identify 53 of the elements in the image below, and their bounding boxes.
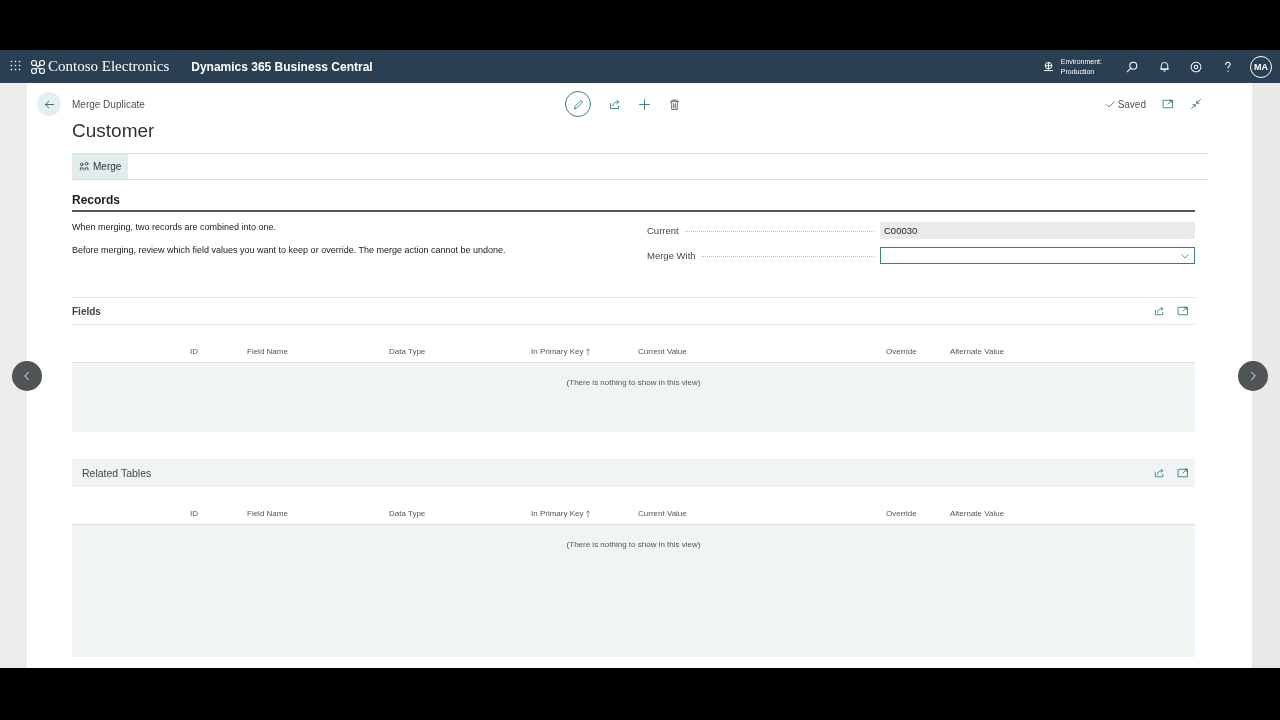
share-icon[interactable] [1153, 305, 1165, 317]
column-header[interactable]: Current Value [638, 509, 687, 518]
column-header[interactable]: Override [886, 347, 917, 356]
column-header[interactable]: Override [886, 509, 917, 518]
breadcrumb: Merge Duplicate [72, 98, 145, 110]
sort-arrow-icon [584, 509, 593, 518]
company-name: Contoso Electronics [48, 58, 170, 75]
column-header[interactable]: Field Name [247, 509, 288, 518]
empty-message: (There is nothing to show in this view) [566, 540, 701, 551]
globe-icon [1041, 60, 1055, 73]
sort-arrow-icon [584, 347, 593, 356]
info-text: When merging, two records are combined into one. [72, 222, 278, 232]
column-header[interactable]: Field Name [247, 347, 288, 356]
saved-status: Saved [1117, 98, 1146, 110]
section-title[interactable]: Fields [72, 305, 101, 317]
column-header[interactable]: Alternate Value [950, 347, 1005, 356]
merge-icon [79, 161, 90, 172]
column-header[interactable]: Data Type [389, 347, 426, 356]
column-header[interactable]: In Primary Key [531, 509, 584, 518]
section-heading: Records [72, 193, 1195, 212]
trash-icon [668, 97, 681, 111]
share-button[interactable] [608, 97, 621, 111]
column-header[interactable]: In Primary Key [531, 347, 584, 356]
pencil-icon [571, 97, 585, 111]
next-button[interactable] [1238, 361, 1268, 391]
edit-button[interactable] [565, 91, 591, 117]
column-header[interactable]: Data Type [389, 509, 426, 518]
empty-message: (There is nothing to show in this view) [566, 378, 701, 389]
column-header[interactable]: ID [190, 509, 198, 518]
settings-icon[interactable] [1189, 59, 1203, 74]
page-title: Customer [72, 123, 156, 143]
search-icon[interactable] [1125, 59, 1139, 74]
merge-button[interactable]: Merge [72, 154, 129, 179]
back-button[interactable] [37, 92, 61, 116]
bell-icon[interactable] [1157, 60, 1171, 73]
plus-icon [638, 97, 651, 111]
share-icon[interactable] [1153, 467, 1165, 479]
field-label: Merge With [647, 250, 696, 261]
collapse-icon[interactable] [1190, 98, 1202, 110]
section-title[interactable]: Related Tables [82, 467, 152, 479]
product-name: Dynamics 365 Business Central [191, 59, 373, 74]
delete-button[interactable] [668, 97, 681, 111]
app-launcher-icon[interactable] [9, 58, 22, 72]
current-field: C00030 [880, 222, 1195, 239]
share-icon [608, 97, 621, 111]
column-header[interactable]: Alternate Value [950, 509, 1005, 518]
info-text: Before merging, review which field values you want to keep or override. The merge action cannot be undone. [72, 245, 507, 255]
new-button[interactable] [638, 97, 651, 111]
field-label: Current [647, 225, 679, 236]
column-header[interactable]: ID [190, 347, 198, 356]
column-header[interactable]: Current Value [638, 347, 687, 356]
merge-with-dropdown[interactable] [880, 247, 1195, 264]
logo-icon [30, 58, 46, 75]
